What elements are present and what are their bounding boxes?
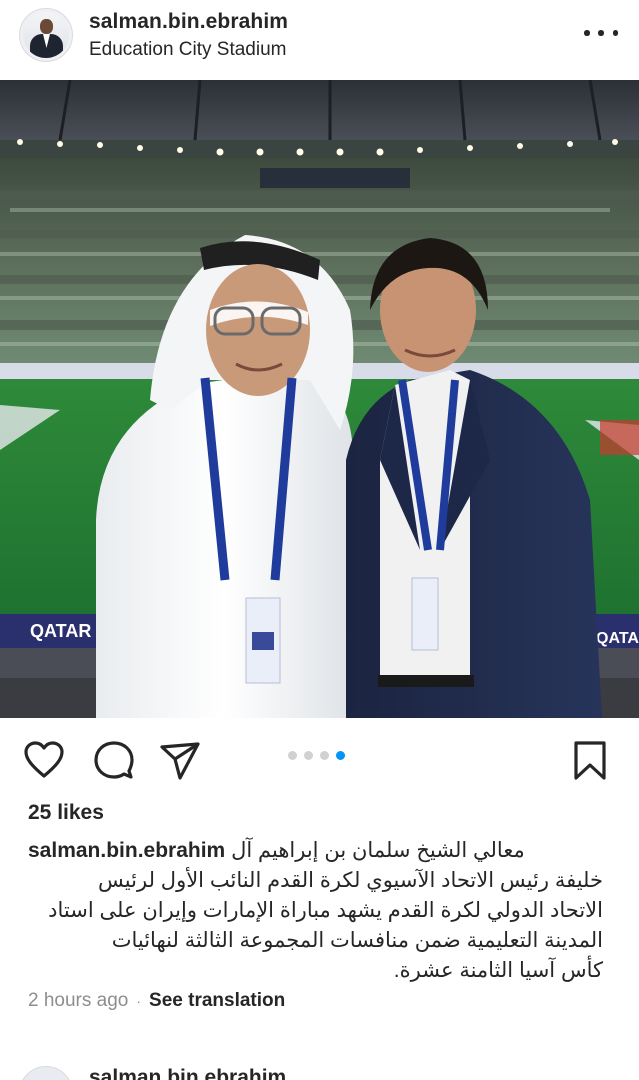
next-post-avatar[interactable] [19, 1066, 73, 1080]
post-timestamp: 2 hours ago [28, 990, 129, 1011]
carousel-indicator [288, 751, 345, 760]
avatar-photo [23, 12, 69, 58]
caption-text: المدينة التعليمية ضمن منافسات المجموعة ا… [111, 929, 603, 952]
caption-text: كأس آسيا الثامنة عشرة. [393, 959, 603, 982]
paper-plane-icon[interactable] [158, 738, 202, 782]
caption-text: معالي الشيخ سلمان بن إبراهيم آل [231, 839, 525, 862]
more-options-icon[interactable] [584, 24, 618, 42]
post-photo[interactable]: QATAR 2023 QATAR [0, 80, 639, 718]
next-post-username[interactable]: salman.bin.ebrahim [89, 1066, 286, 1080]
carousel-dot [304, 751, 313, 760]
carousel-dot-active [336, 751, 345, 760]
avatar-figure-head [40, 19, 53, 34]
more-dot [584, 30, 590, 36]
post-username[interactable]: salman.bin.ebrahim [89, 10, 288, 34]
stadium-screens [260, 168, 410, 188]
post-meta: 2 hours ago · See translation [28, 990, 285, 1012]
post-caption: salman.bin.ebrahim معالي الشيخ سلمان بن … [28, 836, 603, 986]
more-dot [598, 30, 604, 36]
more-dot [612, 30, 618, 36]
profile-avatar[interactable] [19, 8, 73, 62]
caption-line: salman.bin.ebrahim معالي الشيخ سلمان بن … [28, 836, 603, 866]
stadium-photo-illustration: QATAR 2023 QATAR [0, 80, 639, 718]
likes-count[interactable]: 25 likes [28, 801, 104, 825]
carousel-dot [288, 751, 297, 760]
caption-username[interactable]: salman.bin.ebrahim [28, 839, 225, 862]
ad-board-text-right: QATAR [596, 630, 639, 647]
post-header: salman.bin.ebrahim Education City Stadiu… [0, 0, 639, 80]
carousel-dot [320, 751, 329, 760]
caption-text: خليفة رئيس الاتحاد الآسيوي لكرة القدم ال… [98, 869, 603, 892]
caption-text: الاتحاد الدولي لكرة القدم يشهد مباراة ال… [48, 899, 603, 922]
meta-separator: · [136, 993, 142, 1009]
bookmark-icon[interactable] [568, 738, 612, 782]
heart-icon[interactable] [22, 738, 66, 782]
next-post-header: salman.bin.ebrahim [0, 1058, 639, 1080]
post-location[interactable]: Education City Stadium [89, 39, 287, 61]
see-translation-link[interactable]: See translation [149, 990, 285, 1012]
comment-bubble-icon[interactable] [91, 738, 135, 782]
